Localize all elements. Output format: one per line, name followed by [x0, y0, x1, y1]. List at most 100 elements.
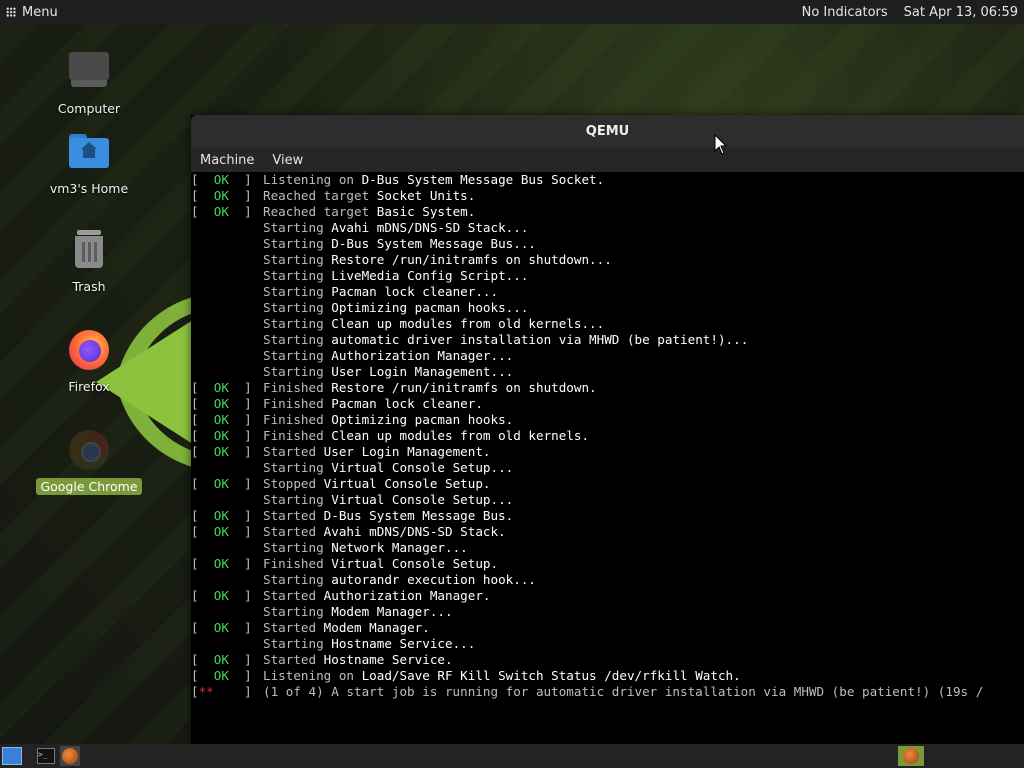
console-line: [ OK ] Listening on Load/Save RF Kill Swi… [191, 668, 1024, 684]
mouse-pointer-icon [714, 134, 728, 155]
terminal-launcher[interactable]: >_ [36, 746, 56, 766]
desktop-icon-label: Trash [72, 279, 106, 294]
menu-button[interactable]: Menu [0, 0, 58, 24]
menu-machine[interactable]: Machine [191, 153, 263, 168]
console-message: Starting Pacman lock cleaner... [263, 284, 499, 299]
console-message: Started Authorization Manager. [263, 588, 491, 603]
console-message: Starting Restore /run/initramfs on shutd… [263, 252, 612, 267]
console-status [191, 492, 263, 508]
desktop-icon-label: Google Chrome [36, 478, 142, 495]
indicators-applet[interactable]: No Indicators [802, 5, 888, 20]
console-line: [ OK ] Started User Login Management. [191, 444, 1024, 460]
desktop-icon-home[interactable]: vm3's Home [34, 130, 144, 197]
console-status: [ OK ] [191, 588, 252, 603]
console-line: [ OK ] Finished Virtual Console Setup. [191, 556, 1024, 572]
app-grid-icon [6, 7, 16, 17]
qemu-window[interactable]: QEMU Machine View [ OK ] Listening on D-B… [191, 115, 1024, 744]
desktop-icon-computer[interactable]: Computer [34, 50, 144, 117]
show-desktop-icon [2, 747, 22, 765]
console-message: Stopped Virtual Console Setup. [263, 476, 491, 491]
console-line: Starting Network Manager... [191, 540, 1024, 556]
console-line: [ OK ] Started Hostname Service. [191, 652, 1024, 668]
console-line: [ OK ] Finished Optimizing pacman hooks. [191, 412, 1024, 428]
console-message: Starting automatic driver installation v… [263, 332, 749, 347]
console-message: Started Avahi mDNS/DNS-SD Stack. [263, 524, 506, 539]
console-message: Starting User Login Management... [263, 364, 514, 379]
desktop-icon-label: vm3's Home [49, 181, 129, 196]
console-line: [ OK ] Started Avahi mDNS/DNS-SD Stack. [191, 524, 1024, 540]
menu-label: Menu [22, 4, 58, 20]
console-message: Starting D-Bus System Message Bus... [263, 236, 536, 251]
console-status [191, 236, 263, 252]
console-message: Finished Restore /run/initramfs on shutd… [263, 380, 597, 395]
window-menubar: Machine View [191, 148, 1024, 172]
console-message: Starting Hostname Service... [263, 636, 476, 651]
console-line: Starting autorandr execution hook... [191, 572, 1024, 588]
console-message: Starting autorandr execution hook... [263, 572, 536, 587]
console-message: Finished Pacman lock cleaner. [263, 396, 483, 411]
console-message: Listening on Load/Save RF Kill Switch St… [263, 668, 741, 683]
console-message: Started Modem Manager. [263, 620, 430, 635]
console-status: [ OK ] [191, 508, 252, 523]
console-message: Starting Optimizing pacman hooks... [263, 300, 529, 315]
console-line: Starting Clean up modules from old kerne… [191, 316, 1024, 332]
qemu-task-button[interactable] [60, 746, 80, 766]
console-line: [ OK ] Finished Restore /run/initramfs on… [191, 380, 1024, 396]
console-line: [ OK ] Finished Clean up modules from old… [191, 428, 1024, 444]
console-status [191, 252, 263, 268]
console-status: [ OK ] [191, 428, 252, 443]
chrome-icon [67, 428, 111, 472]
trash-icon [67, 228, 111, 272]
console-message: Finished Virtual Console Setup. [263, 556, 499, 571]
qemu-tray-icon [903, 748, 919, 764]
computer-icon [67, 50, 111, 94]
console-message: Starting Virtual Console Setup... [263, 460, 514, 475]
desktop-icon-label: Firefox [68, 379, 110, 394]
console-status: [ OK ] [191, 668, 252, 683]
console-status: [** ] [191, 684, 252, 699]
terminal-icon: >_ [37, 748, 55, 764]
console-status: [ OK ] [191, 172, 252, 187]
console-status [191, 300, 263, 316]
console-line: [** ] (1 of 4) A start job is running for… [191, 684, 1024, 700]
desktop-icon-label: Computer [57, 101, 121, 116]
console-status: [ OK ] [191, 444, 252, 459]
console-line: Starting D-Bus System Message Bus... [191, 236, 1024, 252]
console-status [191, 220, 263, 236]
console-message: Started D-Bus System Message Bus. [263, 508, 514, 523]
console-line: [ OK ] Stopped Virtual Console Setup. [191, 476, 1024, 492]
tray-qemu[interactable] [898, 746, 924, 766]
console-line: Starting Pacman lock cleaner... [191, 284, 1024, 300]
desktop-icon-trash[interactable]: Trash [34, 228, 144, 295]
console-line: Starting Authorization Manager... [191, 348, 1024, 364]
clock[interactable]: Sat Apr 13, 06:59 [904, 5, 1018, 20]
console-line: [ OK ] Started Authorization Manager. [191, 588, 1024, 604]
console-status [191, 284, 263, 300]
qemu-app-icon [62, 748, 78, 764]
console-message: Starting Virtual Console Setup... [263, 492, 514, 507]
console-line: Starting User Login Management... [191, 364, 1024, 380]
console-message: Reached target Basic System. [263, 204, 476, 219]
console-status: [ OK ] [191, 476, 252, 491]
console-line: Starting Restore /run/initramfs on shutd… [191, 252, 1024, 268]
console-line: Starting Modem Manager... [191, 604, 1024, 620]
console-line: [ OK ] Reached target Socket Units. [191, 188, 1024, 204]
show-desktop-button[interactable] [2, 746, 22, 766]
console-line: Starting Virtual Console Setup... [191, 492, 1024, 508]
console-status [191, 364, 263, 380]
menu-view[interactable]: View [263, 153, 312, 168]
console-line: [ OK ] Started D-Bus System Message Bus. [191, 508, 1024, 524]
top-panel: Menu No Indicators Sat Apr 13, 06:59 [0, 0, 1024, 24]
console-status [191, 460, 263, 476]
desktop-icon-chrome[interactable]: Google Chrome [34, 428, 144, 495]
console-line: [ OK ] Listening on D-Bus System Message … [191, 172, 1024, 188]
console-status [191, 604, 263, 620]
desktop-icon-firefox[interactable]: Firefox [34, 328, 144, 395]
console-message: Starting Clean up modules from old kerne… [263, 316, 605, 331]
console-message: (1 of 4) A start job is running for auto… [263, 684, 984, 699]
console-status: [ OK ] [191, 380, 252, 395]
window-titlebar[interactable]: QEMU [191, 115, 1024, 148]
bottom-panel: >_ [0, 744, 1024, 768]
vm-console[interactable]: [ OK ] Listening on D-Bus System Message … [191, 172, 1024, 744]
console-status: [ OK ] [191, 524, 252, 539]
